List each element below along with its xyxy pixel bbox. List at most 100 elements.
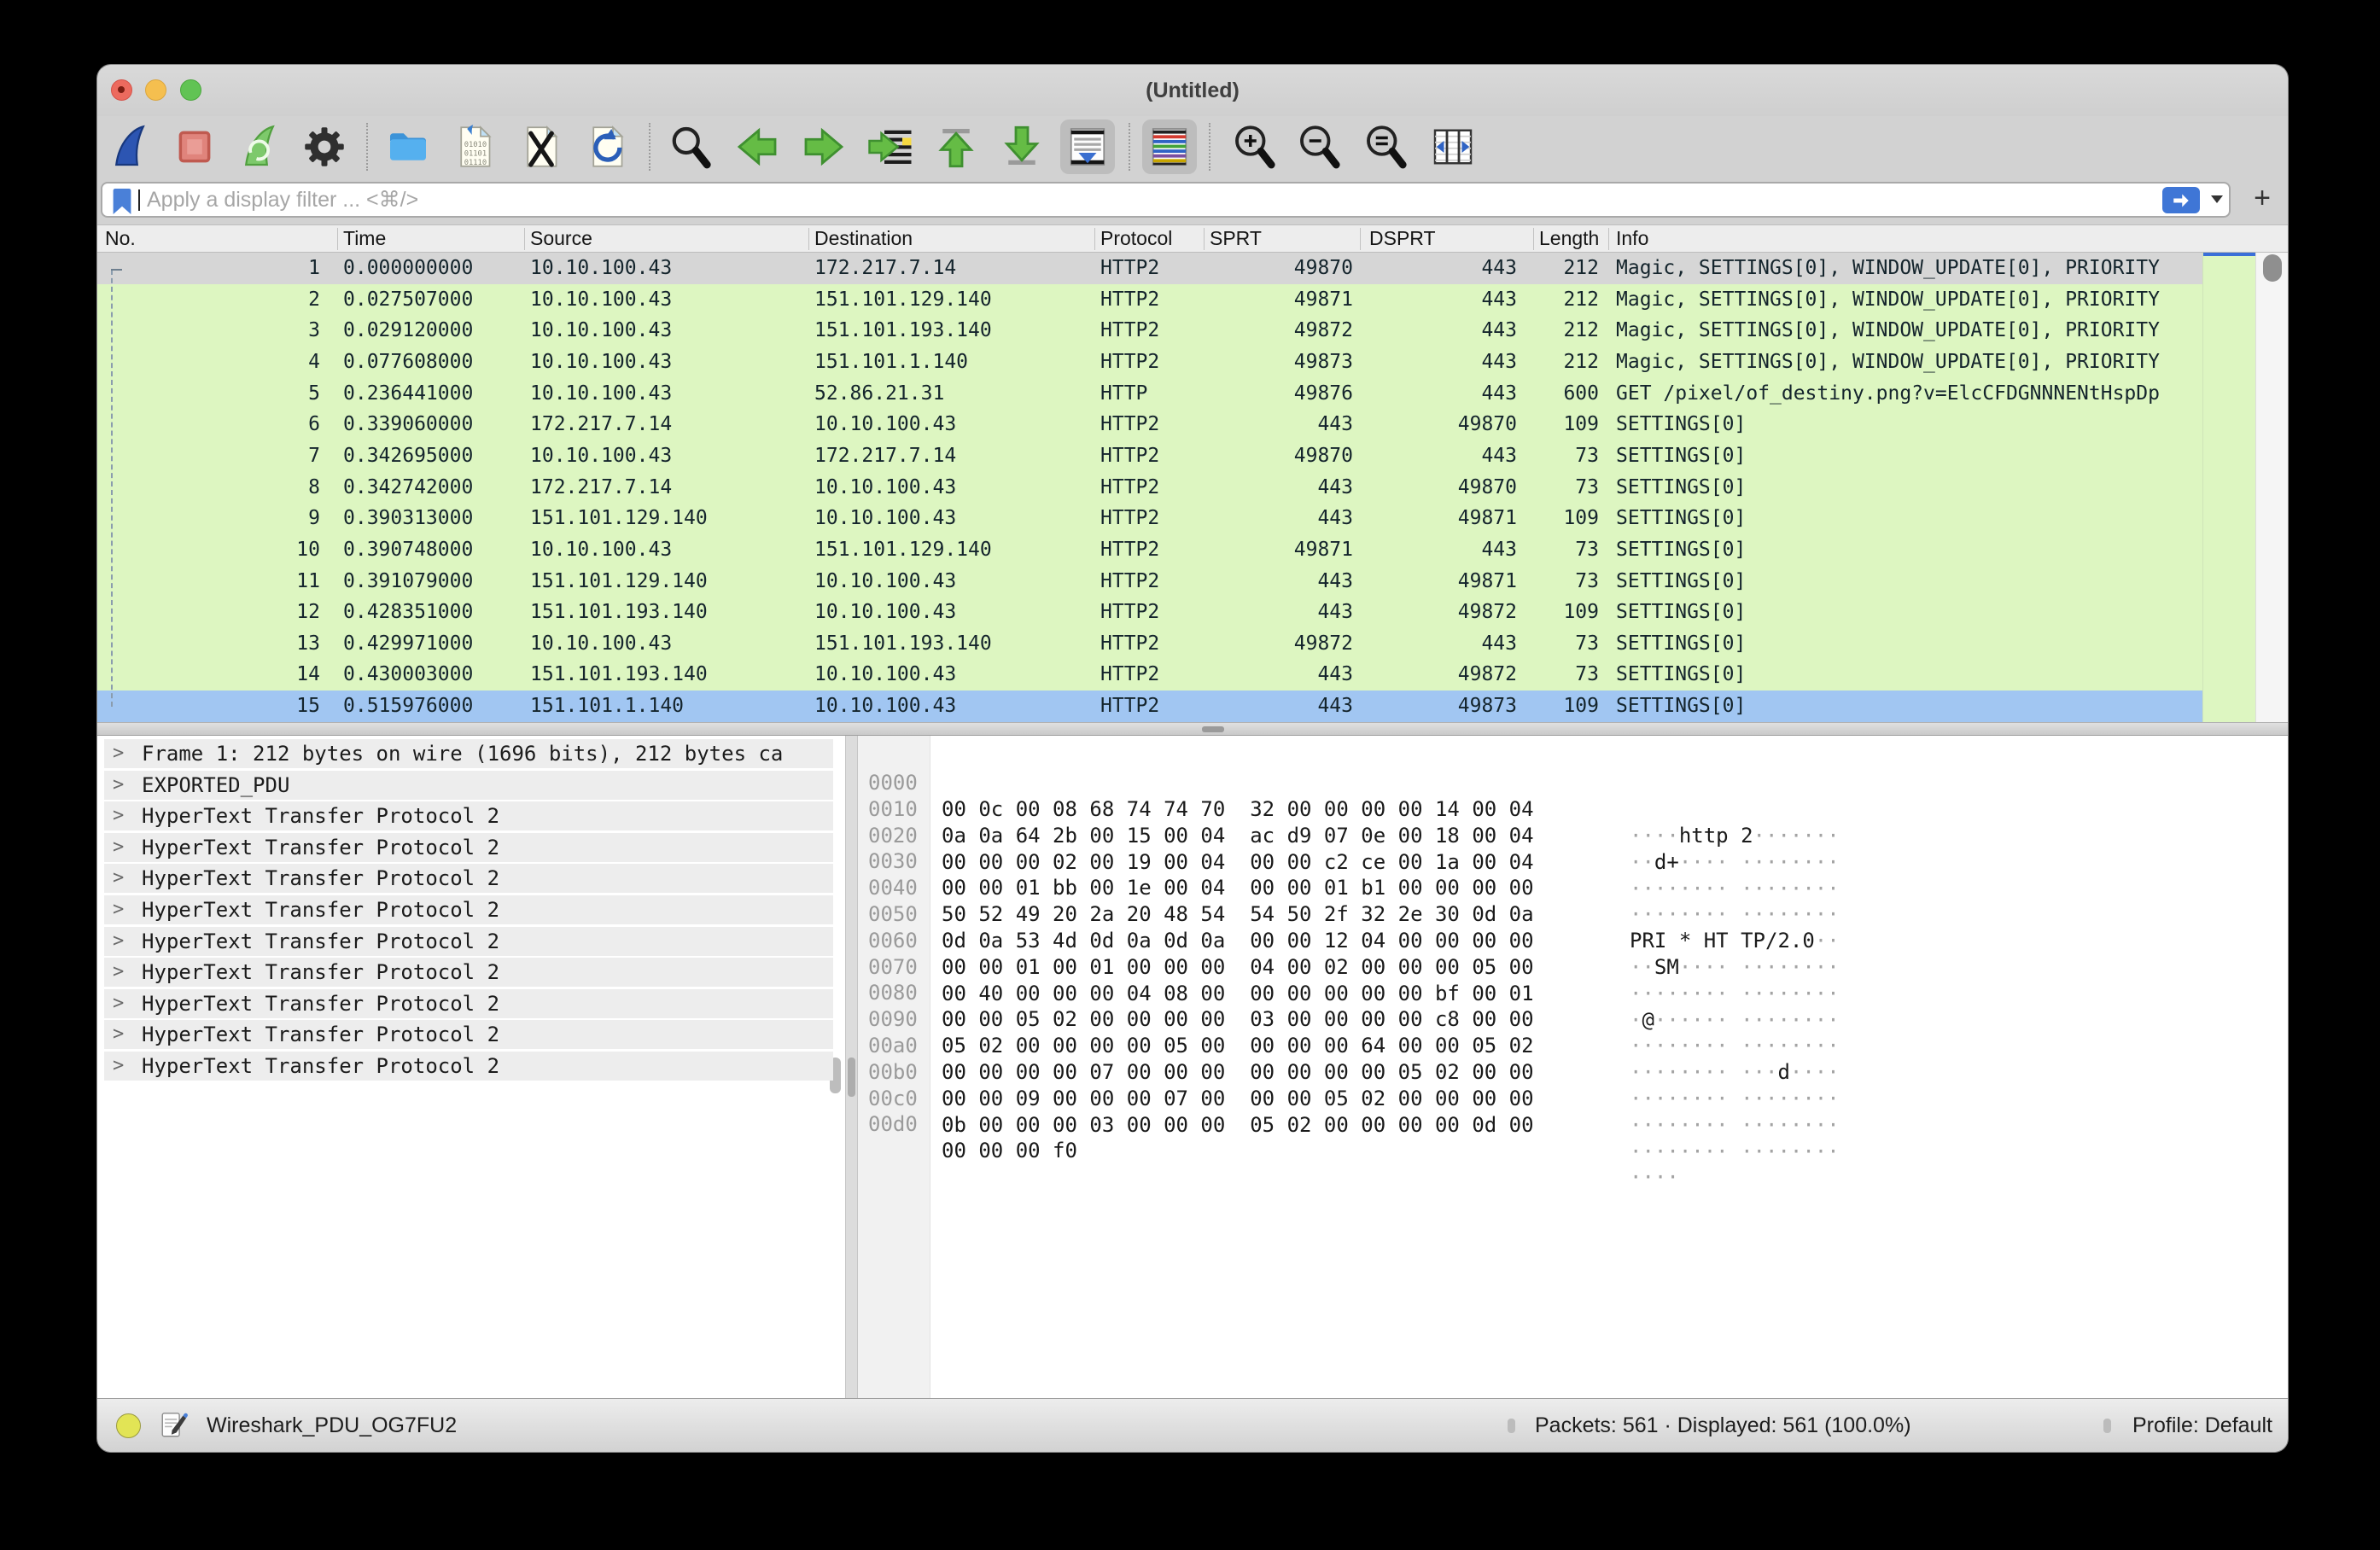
open-file-button[interactable] xyxy=(381,119,435,174)
vertical-splitter-handle[interactable] xyxy=(848,1058,855,1097)
column-header-dsprt[interactable]: DSPRT xyxy=(1369,225,1436,252)
packet-row[interactable]: 14 0.430003000 151.101.193.140 10.10.100… xyxy=(97,659,2202,691)
detail-tree-row[interactable]: > Frame 1: 212 bytes on wire (1696 bits)… xyxy=(104,739,833,768)
packet-row[interactable]: 15 0.515976000 151.101.1.140 10.10.100.4… xyxy=(97,691,2202,722)
save-file-button[interactable]: 01010 01101 01110 xyxy=(447,119,502,174)
chevron-right-icon[interactable]: > xyxy=(113,833,124,862)
bookmark-icon[interactable] xyxy=(110,189,134,214)
column-header-sprt[interactable]: SPRT xyxy=(1210,225,1262,252)
chevron-right-icon[interactable]: > xyxy=(113,771,124,800)
go-last-packet-button[interactable] xyxy=(995,119,1049,174)
packet-row[interactable]: 11 0.391079000 151.101.129.140 10.10.100… xyxy=(97,566,2202,597)
column-header-protocol[interactable]: Protocol xyxy=(1100,225,1172,252)
packet-row[interactable]: 9 0.390313000 151.101.129.140 10.10.100.… xyxy=(97,503,2202,534)
expert-info-icon[interactable] xyxy=(116,1413,141,1438)
hex-line[interactable]: 0080 00 00 05 02 00 00 00 00 03 00 00 00… xyxy=(858,953,2288,980)
cell-source: 151.101.193.140 xyxy=(530,659,808,691)
hex-line[interactable]: 0090 05 02 00 00 00 00 05 00 00 00 00 64… xyxy=(858,980,2288,1006)
zoom-in-button[interactable] xyxy=(1228,119,1282,174)
packet-details-pane[interactable]: > Frame 1: 212 bytes on wire (1696 bits)… xyxy=(97,736,845,1398)
hex-line[interactable]: 00a0 00 00 00 00 07 00 00 00 00 00 00 00… xyxy=(858,1006,2288,1033)
hex-line[interactable]: 0030 00 00 01 bb 00 1e 00 04 00 00 01 b1… xyxy=(858,822,2288,848)
hex-line[interactable]: 00b0 00 00 09 00 00 00 07 00 00 00 05 02… xyxy=(858,1033,2288,1059)
start-capture-button[interactable] xyxy=(102,119,157,174)
apply-filter-button[interactable] xyxy=(2162,187,2200,213)
packet-row[interactable]: 3 0.029120000 10.10.100.43 151.101.193.1… xyxy=(97,315,2202,347)
column-header-destination[interactable]: Destination xyxy=(814,225,913,252)
scrollbar-thumb[interactable] xyxy=(2263,254,2282,282)
column-header-source[interactable]: Source xyxy=(530,225,592,252)
auto-scroll-toggle[interactable] xyxy=(1060,119,1115,174)
packet-row[interactable]: 12 0.428351000 151.101.193.140 10.10.100… xyxy=(97,597,2202,628)
reload-file-button[interactable] xyxy=(580,119,634,174)
column-header-no[interactable]: No. xyxy=(105,225,136,252)
detail-tree-row[interactable]: > HyperText Transfer Protocol 2 xyxy=(104,864,833,893)
chevron-right-icon[interactable]: > xyxy=(113,927,124,956)
go-forward-button[interactable] xyxy=(796,119,851,174)
packet-row[interactable]: 1 0.000000000 10.10.100.43 172.217.7.14 … xyxy=(97,253,2202,284)
go-first-packet-button[interactable] xyxy=(929,119,983,174)
hex-line[interactable]: 0020 00 00 00 02 00 19 00 04 00 00 c2 ce… xyxy=(858,796,2288,823)
chevron-right-icon[interactable]: > xyxy=(113,958,124,987)
detail-tree-row[interactable]: > HyperText Transfer Protocol 2 xyxy=(104,958,833,987)
hex-line[interactable]: 0040 50 52 49 20 2a 20 48 54 54 50 2f 32… xyxy=(858,848,2288,875)
hex-line[interactable]: 0070 00 40 00 00 00 04 08 00 00 00 00 00… xyxy=(858,928,2288,954)
profile-indicator[interactable]: Profile: Default xyxy=(2132,1399,2272,1452)
zoom-out-button[interactable] xyxy=(1292,119,1347,174)
chevron-right-icon[interactable]: > xyxy=(113,1052,124,1081)
chevron-right-icon[interactable]: > xyxy=(113,1020,124,1049)
display-filter-input[interactable]: Apply a display filter ... <⌘/> xyxy=(101,182,2231,218)
packet-row[interactable]: 5 0.236441000 10.10.100.43 52.86.21.31 H… xyxy=(97,378,2202,410)
detail-tree-row[interactable]: > HyperText Transfer Protocol 2 xyxy=(104,833,833,862)
capture-comment-icon[interactable] xyxy=(159,1411,188,1440)
column-header-info[interactable]: Info xyxy=(1616,225,1648,252)
packet-list-minimap[interactable] xyxy=(2202,253,2256,722)
packet-list[interactable]: 15 0.515976000 151.101.1.140 10.10.100.4… xyxy=(97,253,2202,722)
packet-row[interactable]: 7 0.342695000 10.10.100.43 172.217.7.14 … xyxy=(97,440,2202,472)
hex-line[interactable]: 0000 00 0c 00 08 68 74 74 70 32 00 00 00… xyxy=(858,743,2288,770)
packet-row[interactable]: 13 0.429971000 10.10.100.43 151.101.193.… xyxy=(97,628,2202,660)
hex-line[interactable]: 00c0 0b 00 00 00 03 00 00 00 05 02 00 00… xyxy=(858,1059,2288,1086)
detail-tree-row[interactable]: > HyperText Transfer Protocol 2 xyxy=(104,1052,833,1081)
detail-tree-row[interactable]: > HyperText Transfer Protocol 2 xyxy=(104,1020,833,1049)
restart-capture-button[interactable] xyxy=(232,119,287,174)
hex-line[interactable]: 0060 00 00 01 00 01 00 00 00 04 00 02 00… xyxy=(858,901,2288,928)
pane-splitter-vertical[interactable] xyxy=(845,736,858,1398)
column-header-time[interactable]: Time xyxy=(343,225,386,252)
resize-columns-button[interactable] xyxy=(1426,119,1480,174)
zoom-reset-button[interactable] xyxy=(1359,119,1414,174)
filter-dropdown-caret[interactable] xyxy=(2211,195,2223,203)
packet-row[interactable]: 4 0.077608000 10.10.100.43 151.101.1.140… xyxy=(97,347,2202,378)
packet-row[interactable]: 10 0.390748000 10.10.100.43 151.101.129.… xyxy=(97,534,2202,566)
chevron-right-icon[interactable]: > xyxy=(113,989,124,1018)
detail-tree-row[interactable]: > HyperText Transfer Protocol 2 xyxy=(104,927,833,956)
splitter-handle[interactable] xyxy=(1202,726,1224,732)
hex-line[interactable]: 00d0 00 00 00 f0 ···· xyxy=(858,1085,2288,1111)
stop-capture-button[interactable] xyxy=(167,119,222,174)
chevron-right-icon[interactable]: > xyxy=(113,864,124,893)
chevron-right-icon[interactable]: > xyxy=(113,895,124,924)
chevron-right-icon[interactable]: > xyxy=(113,801,124,830)
packet-row[interactable]: 8 0.342742000 172.217.7.14 10.10.100.43 … xyxy=(97,472,2202,504)
capture-options-button[interactable] xyxy=(297,119,352,174)
packet-row[interactable]: 2 0.027507000 10.10.100.43 151.101.129.1… xyxy=(97,284,2202,316)
hex-dump-pane[interactable]: 0000 00 0c 00 08 68 74 74 70 32 00 00 00… xyxy=(858,736,2288,1398)
hex-line[interactable]: 0050 0d 0a 53 4d 0d 0a 0d 0a 00 00 12 04… xyxy=(858,875,2288,901)
chevron-right-icon[interactable]: > xyxy=(113,739,124,768)
pane-splitter-horizontal[interactable] xyxy=(97,722,2288,736)
packet-list-scrollbar[interactable] xyxy=(2255,253,2288,722)
detail-tree-row[interactable]: > HyperText Transfer Protocol 2 xyxy=(104,801,833,830)
detail-tree-row[interactable]: > HyperText Transfer Protocol 2 xyxy=(104,895,833,924)
filter-add-button[interactable]: + xyxy=(2245,181,2279,217)
hex-line[interactable]: 0010 0a 0a 64 2b 00 15 00 04 ac d9 07 0e… xyxy=(858,770,2288,796)
detail-tree-row[interactable]: > HyperText Transfer Protocol 2 xyxy=(104,989,833,1018)
detail-tree-row[interactable]: > EXPORTED_PDU xyxy=(104,771,833,800)
go-back-button[interactable] xyxy=(730,119,785,174)
find-packet-button[interactable] xyxy=(663,119,718,174)
go-to-packet-button[interactable] xyxy=(863,119,918,174)
column-header-length[interactable]: Length xyxy=(1539,225,1604,252)
packet-row[interactable]: 6 0.339060000 172.217.7.14 10.10.100.43 … xyxy=(97,409,2202,440)
title-bar[interactable]: (Untitled) xyxy=(97,65,2288,116)
colorize-toggle[interactable] xyxy=(1142,119,1197,174)
close-file-button[interactable] xyxy=(514,119,569,174)
